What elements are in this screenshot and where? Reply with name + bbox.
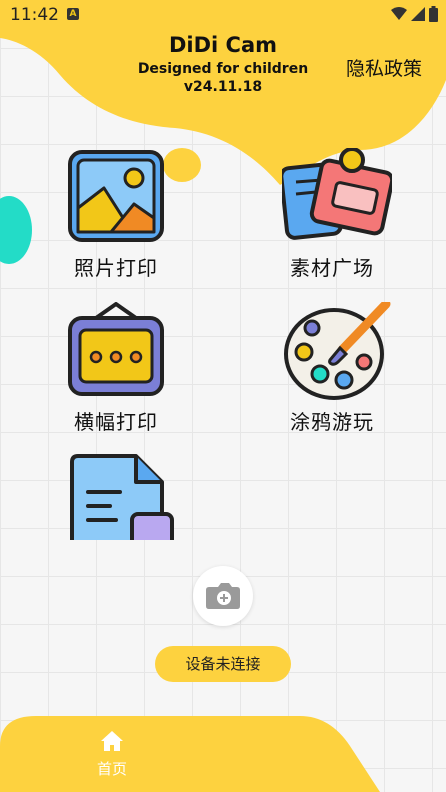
home-icon xyxy=(101,731,123,751)
battery-icon xyxy=(429,6,438,22)
bottom-nav-bar xyxy=(0,716,380,792)
tile-label: 照片打印 xyxy=(74,256,158,280)
add-camera-button[interactable] xyxy=(193,566,253,626)
notification-icon: A xyxy=(67,8,79,20)
banner-icon xyxy=(68,302,164,396)
photo-icon xyxy=(68,150,164,242)
document-icon xyxy=(70,454,174,540)
status-time: 11:42 xyxy=(10,5,59,25)
status-icons xyxy=(391,6,438,22)
tile-material-plaza[interactable]: 素材广场 xyxy=(252,148,412,288)
camera-plus-icon xyxy=(206,583,240,609)
nav-home-label: 首页 xyxy=(96,760,127,778)
tile-banner-print[interactable]: 横幅打印 xyxy=(36,302,196,442)
wifi-icon xyxy=(391,7,407,20)
app-version: v24.11.18 xyxy=(183,79,263,95)
tile-label: 涂鸦游玩 xyxy=(290,410,374,434)
nav-home-tab[interactable]: 首页 xyxy=(80,730,144,786)
tile-document[interactable] xyxy=(36,452,196,540)
tile-doodle-play[interactable]: 涂鸦游玩 xyxy=(252,302,412,442)
material-icon xyxy=(282,148,392,240)
tile-label: 素材广场 xyxy=(290,256,374,280)
tile-photo-print[interactable]: 照片打印 xyxy=(36,148,196,288)
privacy-policy-link[interactable]: 隐私政策 xyxy=(346,54,422,81)
tile-label: 横幅打印 xyxy=(74,410,158,434)
signal-icon xyxy=(411,7,425,21)
device-status-button[interactable]: 设备未连接 xyxy=(155,646,291,682)
status-bar: 11:42 A xyxy=(0,0,446,30)
palette-icon xyxy=(284,302,391,400)
